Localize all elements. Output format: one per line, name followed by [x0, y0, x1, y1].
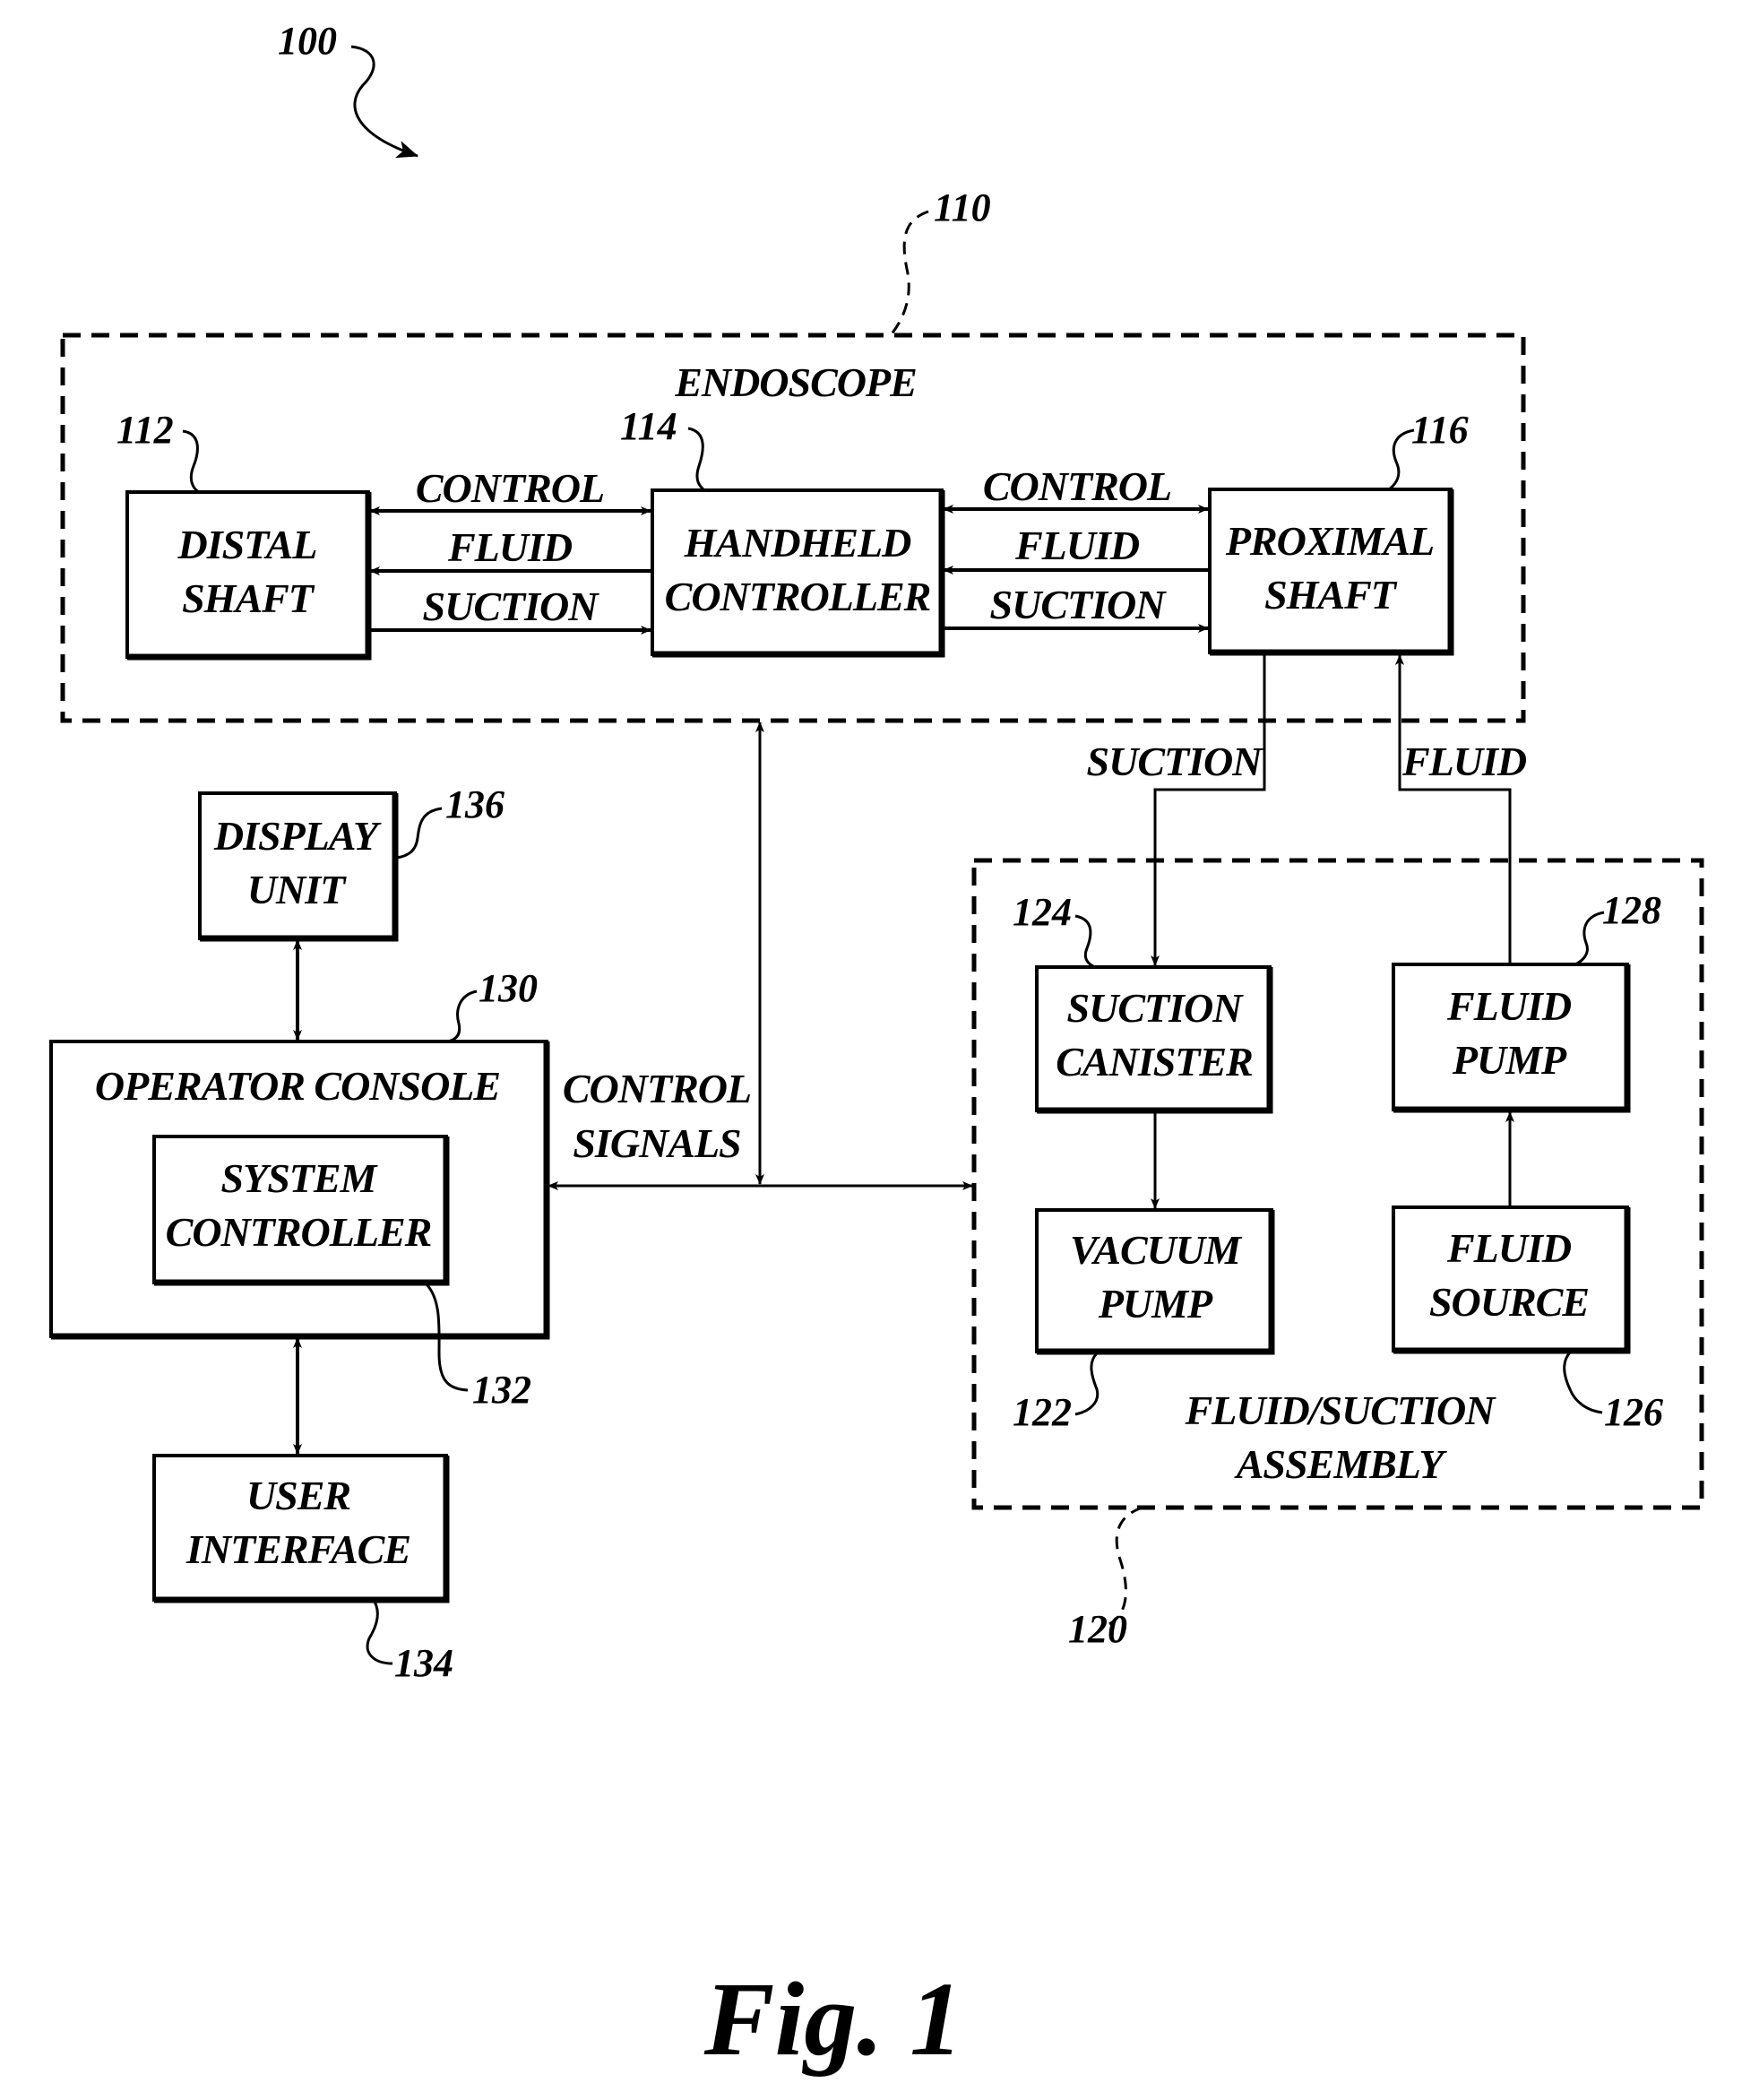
assembly-title-line2: ASSEMBLY: [1234, 1441, 1448, 1487]
link-left-suction-label: SUCTION: [423, 583, 600, 629]
handheld-controller-leader: [687, 427, 705, 492]
display-unit-ref: 136: [445, 782, 504, 826]
proximal-shaft-block: PROXIMAL SHAFT: [1208, 488, 1454, 656]
display-unit-leader: [396, 807, 443, 860]
vacuum-pump-block: VACUUM PUMP: [1035, 1208, 1275, 1355]
vacuum-pump-leader: [1074, 1352, 1100, 1416]
fluid-pump-leader: [1574, 911, 1605, 966]
fluid-pump-line1: FLUID: [1446, 983, 1572, 1029]
distal-shaft-block: DISTAL SHAFT: [125, 490, 372, 661]
user-interface-line2: INTERFACE: [185, 1526, 410, 1572]
operator-console-ref: 130: [479, 966, 538, 1010]
vacuum-pump-line2: PUMP: [1098, 1281, 1213, 1327]
assembly-title-line1: FLUID/SUCTION: [1185, 1387, 1497, 1433]
operator-console-title: OPERATOR CONSOLE: [95, 1063, 500, 1109]
handheld-controller-block: HANDHELD CONTROLLER: [651, 488, 945, 658]
handheld-controller-line2: CONTROLLER: [665, 574, 931, 619]
vacuum-pump-line1: VACUUM: [1070, 1227, 1243, 1273]
fluid-source-line1: FLUID: [1446, 1225, 1572, 1271]
fluid-source-leader: [1563, 1351, 1603, 1414]
fluid-source-block: FLUID SOURCE: [1392, 1206, 1631, 1354]
suction-canister-line1: SUCTION: [1067, 985, 1245, 1031]
handheld-controller-line1: HANDHELD: [684, 520, 911, 566]
link-right-fluid-label: FLUID: [1014, 523, 1140, 568]
endoscope-ref-leader: [889, 210, 929, 336]
figure-caption: Fig. 1: [703, 1960, 963, 2078]
user-interface-leader: [366, 1601, 393, 1665]
system-ref-leader: [350, 45, 418, 159]
user-interface-line1: USER: [246, 1473, 350, 1518]
distal-shaft-leader: [182, 429, 200, 494]
handheld-controller-ref: 114: [620, 404, 677, 448]
endoscope-title: ENDOSCOPE: [674, 359, 917, 405]
system-controller-line2: CONTROLLER: [166, 1209, 432, 1255]
fluid-pump-ref: 128: [1602, 888, 1661, 932]
system-controller-block: SYSTEM CONTROLLER: [152, 1135, 450, 1286]
control-signals-line2: SIGNALS: [573, 1120, 740, 1166]
endoscope-ref-label: 110: [934, 186, 991, 229]
fluid-pump-block: FLUID PUMP: [1392, 963, 1631, 1113]
distal-shaft-line2: SHAFT: [182, 575, 315, 621]
user-interface-ref: 134: [394, 1641, 453, 1685]
fluid-link-label: FLUID: [1401, 739, 1527, 784]
block-diagram: 100 110 ENDOSCOPE DISTAL SHAFT 112 HANDH…: [49, 19, 1704, 2078]
system-ref-label: 100: [278, 19, 337, 63]
link-right-control-label: CONTROL: [983, 463, 1171, 509]
fluid-source-ref: 126: [1604, 1390, 1663, 1434]
suction-canister-leader: [1074, 914, 1096, 969]
user-interface-block: USER INTERFACE: [152, 1454, 450, 1603]
suction-canister-block: SUCTION CANISTER: [1035, 965, 1273, 1114]
suction-line: [1151, 654, 1266, 966]
suction-canister-ref: 124: [1013, 890, 1072, 934]
vacuum-pump-ref: 122: [1013, 1390, 1072, 1434]
control-signals-line1: CONTROL: [563, 1066, 751, 1111]
display-unit-line2: UNIT: [247, 867, 347, 912]
display-unit-line1: DISPLAY: [213, 813, 382, 859]
fluid-source-line2: SOURCE: [1429, 1279, 1589, 1325]
fluid-suction-assembly-ref: 120: [1068, 1607, 1127, 1651]
distal-shaft-ref: 112: [116, 408, 174, 452]
proximal-shaft-leader: [1388, 428, 1415, 491]
proximal-shaft-line1: PROXIMAL: [1225, 518, 1434, 564]
suction-canister-line2: CANISTER: [1056, 1039, 1253, 1085]
operator-console-leader: [447, 990, 478, 1043]
proximal-shaft-ref: 116: [1411, 408, 1469, 452]
suction-link-label: SUCTION: [1087, 739, 1264, 784]
distal-shaft-line1: DISTAL: [177, 522, 316, 567]
system-controller-ref: 132: [472, 1368, 531, 1412]
fluid-line: [1395, 654, 1512, 964]
link-right-suction-label: SUCTION: [990, 582, 1168, 627]
fluid-pump-line2: PUMP: [1452, 1037, 1567, 1083]
link-left-control-label: CONTROL: [416, 465, 604, 511]
link-left-fluid-label: FLUID: [447, 524, 573, 570]
display-unit-block: DISPLAY UNIT: [198, 791, 399, 942]
proximal-shaft-line2: SHAFT: [1264, 572, 1398, 618]
system-controller-line1: SYSTEM: [221, 1155, 379, 1201]
